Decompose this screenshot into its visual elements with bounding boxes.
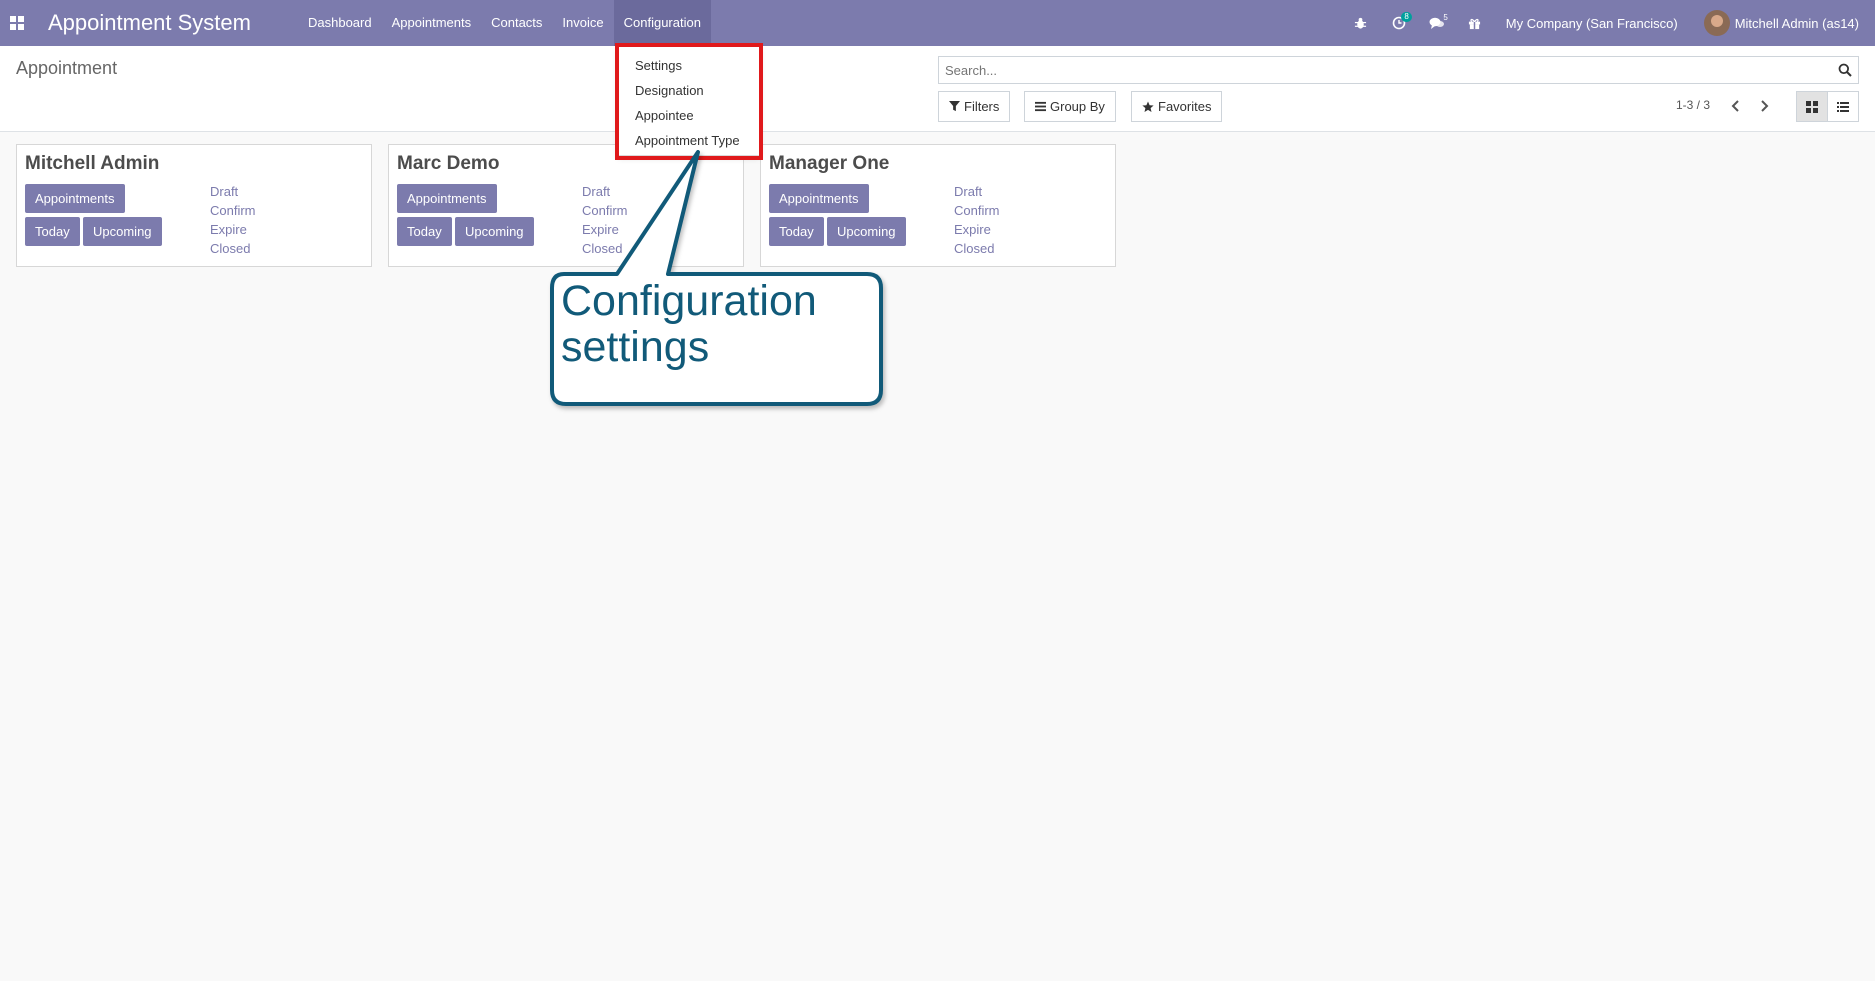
menu-configuration[interactable]: Configuration xyxy=(613,0,711,46)
user-menu[interactable]: Mitchell Admin (as14) xyxy=(1703,10,1859,36)
chevron-left-icon[interactable] xyxy=(1729,99,1743,113)
menu-invoice[interactable]: Invoice xyxy=(552,0,613,46)
kanban-card[interactable]: Manager One Appointments Today Upcoming … xyxy=(760,144,1116,267)
draft-link[interactable]: Draft xyxy=(582,184,610,199)
appointments-button[interactable]: Appointments xyxy=(769,184,869,213)
list-icon xyxy=(1837,101,1849,112)
callout-line-2: settings xyxy=(561,323,710,371)
menu-appointments[interactable]: Appointments xyxy=(382,0,482,46)
messages-chat-icon[interactable]: 5 xyxy=(1426,0,1448,46)
breadcrumb: Appointment xyxy=(16,58,118,78)
expire-link[interactable]: Expire xyxy=(582,222,619,237)
draft-link[interactable]: Draft xyxy=(210,184,238,199)
bars-icon xyxy=(1035,101,1046,112)
messages-count: 5 xyxy=(1443,13,1448,22)
expire-link[interactable]: Expire xyxy=(954,222,991,237)
upcoming-button[interactable]: Upcoming xyxy=(827,217,906,246)
callout-text: Configuration settings xyxy=(561,278,817,370)
expire-link[interactable]: Expire xyxy=(210,222,247,237)
closed-link[interactable]: Closed xyxy=(954,241,994,256)
today-button[interactable]: Today xyxy=(397,217,452,246)
configuration-dropdown: Settings Designation Appointee Appointme… xyxy=(618,46,760,156)
today-button[interactable]: Today xyxy=(25,217,80,246)
grid-icon xyxy=(1806,100,1818,113)
star-icon xyxy=(1142,101,1154,112)
filter-icon xyxy=(949,101,960,112)
card-title: Manager One xyxy=(769,153,890,174)
today-button[interactable]: Today xyxy=(769,217,824,246)
favorites-button[interactable]: Favorites xyxy=(1131,91,1223,122)
company-switcher[interactable]: My Company (San Francisco) xyxy=(1506,16,1678,31)
confirm-link[interactable]: Confirm xyxy=(582,203,628,218)
appointments-button[interactable]: Appointments xyxy=(397,184,497,213)
list-view-button[interactable] xyxy=(1827,91,1859,122)
debug-bug-icon[interactable] xyxy=(1350,0,1372,46)
apps-menu-icon[interactable] xyxy=(10,16,24,30)
app-brand[interactable]: Appointment System xyxy=(48,10,251,36)
kanban-view-button[interactable] xyxy=(1796,91,1828,122)
closed-link[interactable]: Closed xyxy=(210,241,250,256)
search-input[interactable] xyxy=(939,57,1819,83)
card-title: Mitchell Admin xyxy=(25,153,160,174)
menu-contacts[interactable]: Contacts xyxy=(481,0,552,46)
upcoming-button[interactable]: Upcoming xyxy=(83,217,162,246)
upcoming-button[interactable]: Upcoming xyxy=(455,217,534,246)
appointments-button[interactable]: Appointments xyxy=(25,184,125,213)
filters-button[interactable]: Filters xyxy=(938,91,1011,122)
confirm-link[interactable]: Confirm xyxy=(954,203,1000,218)
dropdown-item-appointee[interactable]: Appointee xyxy=(635,108,694,123)
closed-link[interactable]: Closed xyxy=(582,241,622,256)
menu-dashboard[interactable]: Dashboard xyxy=(298,0,382,46)
dropdown-item-designation[interactable]: Designation xyxy=(635,83,704,98)
user-name: Mitchell Admin (as14) xyxy=(1734,15,1859,31)
chevron-right-icon[interactable] xyxy=(1757,99,1771,113)
pager-value[interactable]: 1-3 / 3 xyxy=(1676,98,1710,112)
card-title: Marc Demo xyxy=(397,153,500,174)
dropdown-item-settings[interactable]: Settings xyxy=(635,58,682,73)
confirm-link[interactable]: Confirm xyxy=(210,203,256,218)
filters-label: Filters xyxy=(964,99,1000,114)
control-panel: Appointment Filters Group By Favorites 1… xyxy=(0,46,1875,132)
top-navbar: Appointment System Dashboard Appointment… xyxy=(0,0,1875,46)
activity-clock-icon[interactable]: 8 xyxy=(1388,0,1412,46)
search-icon[interactable] xyxy=(1838,63,1852,77)
avatar xyxy=(1703,10,1730,36)
favorites-label: Favorites xyxy=(1158,99,1212,114)
group-by-button[interactable]: Group By xyxy=(1024,91,1116,122)
kanban-card[interactable]: Mitchell Admin Appointments Today Upcomi… xyxy=(16,144,372,267)
main-menu: Dashboard Appointments Contacts Invoice … xyxy=(298,0,711,46)
search-bar xyxy=(938,56,1859,84)
kanban-card[interactable]: Marc Demo Appointments Today Upcoming Dr… xyxy=(388,144,744,267)
gift-icon[interactable] xyxy=(1464,0,1486,46)
group-by-label: Group By xyxy=(1050,99,1105,114)
dropdown-item-appointment-type[interactable]: Appointment Type xyxy=(635,133,740,148)
callout-line-1: Configuration xyxy=(561,277,817,325)
activity-count-badge: 8 xyxy=(1401,12,1412,22)
draft-link[interactable]: Draft xyxy=(954,184,982,199)
systray: 8 5 My Company (San Francisco) Mitchell … xyxy=(1342,0,1875,46)
